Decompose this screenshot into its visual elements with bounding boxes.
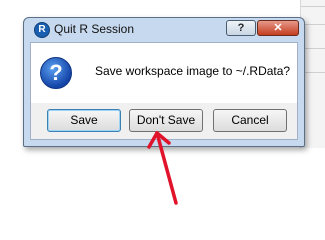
annotation-arrow <box>147 131 178 205</box>
arrow-head-left <box>147 131 159 149</box>
arrow-shaft <box>155 131 178 205</box>
